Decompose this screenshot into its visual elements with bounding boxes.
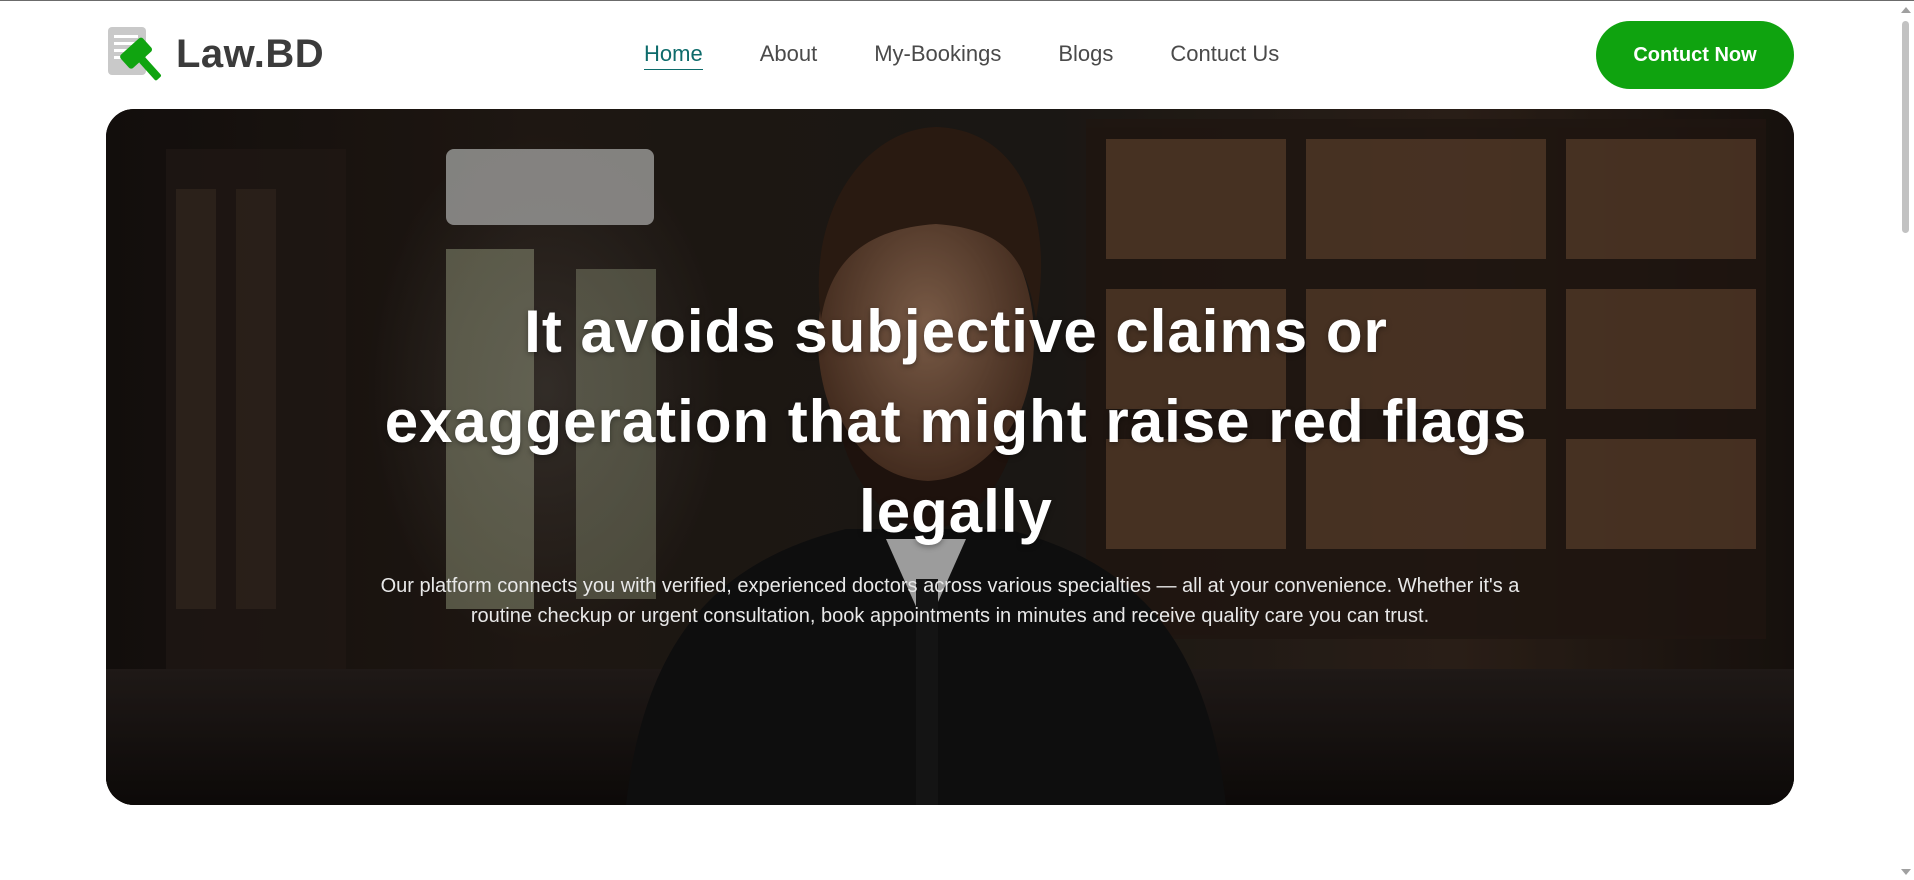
logo-text: Law.BD <box>176 31 325 76</box>
hero-subtitle: Our platform connects you with verified,… <box>380 575 1520 627</box>
main-nav: Home About My-Bookings Blogs Contuct Us <box>644 41 1336 70</box>
contact-now-button[interactable]: Contuct Now <box>1596 21 1794 89</box>
site-header: Law.BD Home About My-Bookings Blogs Cont… <box>106 21 1794 91</box>
hero-banner: It avoids subjective claims or exaggerat… <box>106 109 1794 805</box>
nav-about[interactable]: About <box>760 41 818 70</box>
nav-home[interactable]: Home <box>644 41 703 70</box>
nav-my-bookings[interactable]: My-Bookings <box>874 41 1001 70</box>
logo-link[interactable]: Law.BD <box>106 25 324 83</box>
scroll-down-arrow-icon[interactable] <box>1901 869 1911 875</box>
scroll-up-arrow-icon[interactable] <box>1901 7 1911 13</box>
nav-contact-us[interactable]: Contuct Us <box>1170 41 1279 70</box>
page-scrollbar[interactable] <box>1896 1 1914 880</box>
hero-title: It avoids subjective claims or exaggerat… <box>384 298 1528 545</box>
nav-blogs[interactable]: Blogs <box>1058 41 1113 70</box>
scrollbar-thumb[interactable] <box>1902 21 1909 233</box>
gavel-document-icon <box>106 25 166 83</box>
page: Law.BD Home About My-Bookings Blogs Cont… <box>0 0 1914 880</box>
